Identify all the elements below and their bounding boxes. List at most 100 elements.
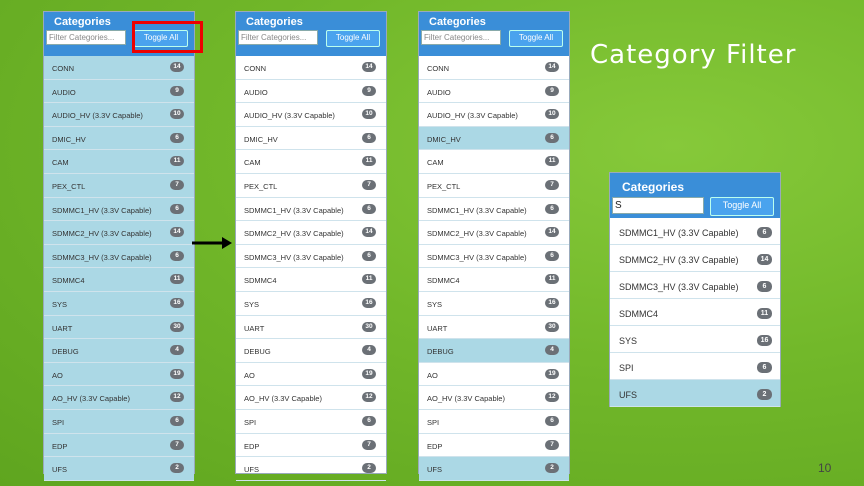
filter-input[interactable]: Filter Categories... (421, 30, 501, 45)
category-row[interactable]: SDMMC3_HV (3.3V Capable) 6 (236, 245, 386, 269)
category-row[interactable]: SDMMC4 11 (44, 268, 194, 292)
category-row[interactable]: DEBUG 4 (419, 339, 569, 363)
category-row[interactable]: AUDIO_HV (3.3V Capable) 10 (419, 103, 569, 127)
category-label: SDMMC4 (427, 276, 460, 286)
category-row[interactable]: AO 19 (236, 363, 386, 387)
panel-title: Categories (622, 180, 685, 194)
category-row[interactable]: CAM 11 (44, 150, 194, 174)
category-label: PEX_CTL (52, 181, 86, 191)
category-row[interactable]: SDMMC2_HV (3.3V Capable) 14 (44, 221, 194, 245)
categories-panel-all-selected: Categories Filter Categories... Toggle A… (44, 12, 194, 481)
category-row[interactable]: SPI 6 (419, 410, 569, 434)
category-label: SDMMC4 (52, 276, 85, 286)
category-row[interactable]: SPI 6 (44, 409, 194, 434)
category-row[interactable]: UFS 2 (236, 457, 386, 481)
category-row[interactable]: SYS 16 (236, 292, 386, 316)
category-row[interactable]: AUDIO 9 (44, 79, 194, 104)
count-badge: 14 (757, 254, 772, 265)
filter-input[interactable]: Filter Categories... (238, 30, 318, 45)
category-row[interactable]: DEBUG 4 (44, 339, 194, 363)
category-row[interactable]: CONN 14 (236, 56, 386, 80)
category-row[interactable]: EDP 7 (236, 434, 386, 458)
category-row[interactable]: SDMMC3_HV (3.3V Capable) 6 (44, 244, 194, 269)
category-row[interactable]: SDMMC1_HV (3.3V Capable) 6 (44, 197, 194, 222)
count-badge: 10 (362, 109, 376, 120)
category-row[interactable]: AUDIO 9 (419, 80, 569, 104)
category-row[interactable]: SPI 6 (610, 353, 780, 380)
category-row[interactable]: SYS 16 (419, 292, 569, 316)
toggle-all-button[interactable]: Toggle All (326, 30, 380, 47)
category-row[interactable]: AO 19 (44, 362, 194, 387)
category-label: DEBUG (427, 347, 454, 357)
category-row[interactable]: SDMMC1_HV (3.3V Capable) 6 (610, 218, 780, 245)
count-badge: 19 (170, 368, 184, 379)
category-row[interactable]: SYS 16 (44, 291, 194, 316)
category-label: SPI (427, 417, 440, 427)
category-row[interactable]: SPI 6 (236, 410, 386, 434)
category-row[interactable]: AO_HV (3.3V Capable) 12 (419, 386, 569, 410)
category-row[interactable]: SYS 16 (610, 326, 780, 353)
category-label: CAM (52, 158, 69, 168)
category-row[interactable]: DMIC_HV 6 (419, 126, 569, 151)
category-row[interactable]: SDMMC4 11 (610, 299, 780, 326)
category-row[interactable]: SDMMC1_HV (3.3V Capable) 6 (236, 198, 386, 222)
count-badge: 10 (545, 109, 559, 120)
count-badge: 6 (362, 415, 376, 426)
category-row[interactable]: AO_HV (3.3V Capable) 12 (44, 386, 194, 410)
category-row[interactable]: CAM 11 (236, 150, 386, 174)
category-row[interactable]: CONN 14 (44, 56, 194, 80)
category-label: EDP (52, 441, 68, 451)
category-row[interactable]: AUDIO 9 (236, 80, 386, 104)
category-row[interactable]: AUDIO_HV (3.3V Capable) 10 (236, 103, 386, 127)
category-row[interactable]: SDMMC4 11 (236, 268, 386, 292)
category-row[interactable]: DMIC_HV 6 (44, 126, 194, 151)
category-row[interactable]: DEBUG 4 (236, 339, 386, 363)
category-row[interactable]: UART 30 (419, 316, 569, 340)
category-row[interactable]: PEX_CTL 7 (236, 174, 386, 198)
category-label: PEX_CTL (244, 181, 278, 191)
toggle-all-highlight-box (132, 21, 203, 53)
count-badge: 2 (170, 463, 184, 474)
category-label: CAM (244, 158, 261, 168)
category-row[interactable]: DMIC_HV 6 (236, 127, 386, 151)
category-row[interactable]: UFS 2 (44, 457, 194, 481)
category-row[interactable]: SDMMC3_HV (3.3V Capable) 6 (610, 272, 780, 299)
count-badge: 6 (362, 203, 376, 214)
category-row[interactable]: SDMMC3_HV (3.3V Capable) 6 (419, 245, 569, 269)
category-row[interactable]: UFS 2 (610, 380, 780, 407)
count-badge: 16 (545, 297, 559, 308)
category-row[interactable]: AO_HV (3.3V Capable) 12 (236, 386, 386, 410)
category-row[interactable]: AO 19 (419, 363, 569, 387)
count-badge: 2 (362, 463, 376, 474)
category-label: CONN (52, 64, 75, 73)
category-row[interactable]: UFS 2 (419, 457, 569, 481)
category-row[interactable]: CONN 14 (419, 56, 569, 80)
count-badge: 2 (545, 463, 559, 474)
category-row[interactable]: PEX_CTL 7 (419, 174, 569, 198)
category-row[interactable]: CAM 11 (419, 150, 569, 174)
category-row[interactable]: SDMMC2_HV (3.3V Capable) 14 (419, 221, 569, 245)
category-label: SDMMC2_HV (3.3V Capable) (619, 255, 739, 265)
category-row[interactable]: UART 30 (44, 315, 194, 340)
category-row[interactable]: EDP 7 (44, 433, 194, 458)
category-label: AUDIO_HV (3.3V Capable) (244, 111, 335, 121)
category-row[interactable]: SDMMC2_HV (3.3V Capable) 14 (236, 221, 386, 245)
count-badge: 6 (757, 281, 772, 292)
filter-input[interactable]: S (612, 197, 704, 214)
toggle-all-button[interactable]: Toggle All (710, 197, 774, 216)
category-row[interactable]: AUDIO_HV (3.3V Capable) 10 (44, 103, 194, 127)
category-label: DMIC_HV (427, 134, 461, 144)
category-row[interactable]: EDP 7 (419, 434, 569, 458)
category-label: UFS (427, 465, 442, 475)
category-row[interactable]: SDMMC4 11 (419, 268, 569, 292)
category-label: DEBUG (244, 347, 271, 357)
category-row[interactable]: UART 30 (236, 316, 386, 340)
panel-title: Categories (429, 16, 486, 28)
filter-input[interactable]: Filter Categories... (46, 30, 126, 45)
category-row[interactable]: SDMMC2_HV (3.3V Capable) 14 (610, 245, 780, 272)
category-row[interactable]: SDMMC1_HV (3.3V Capable) 6 (419, 198, 569, 222)
category-row[interactable]: PEX_CTL 7 (44, 173, 194, 198)
panel-header: Categories S Toggle All (610, 173, 780, 218)
toggle-all-button[interactable]: Toggle All (509, 30, 563, 47)
category-label: SDMMC2_HV (3.3V Capable) (52, 229, 152, 239)
